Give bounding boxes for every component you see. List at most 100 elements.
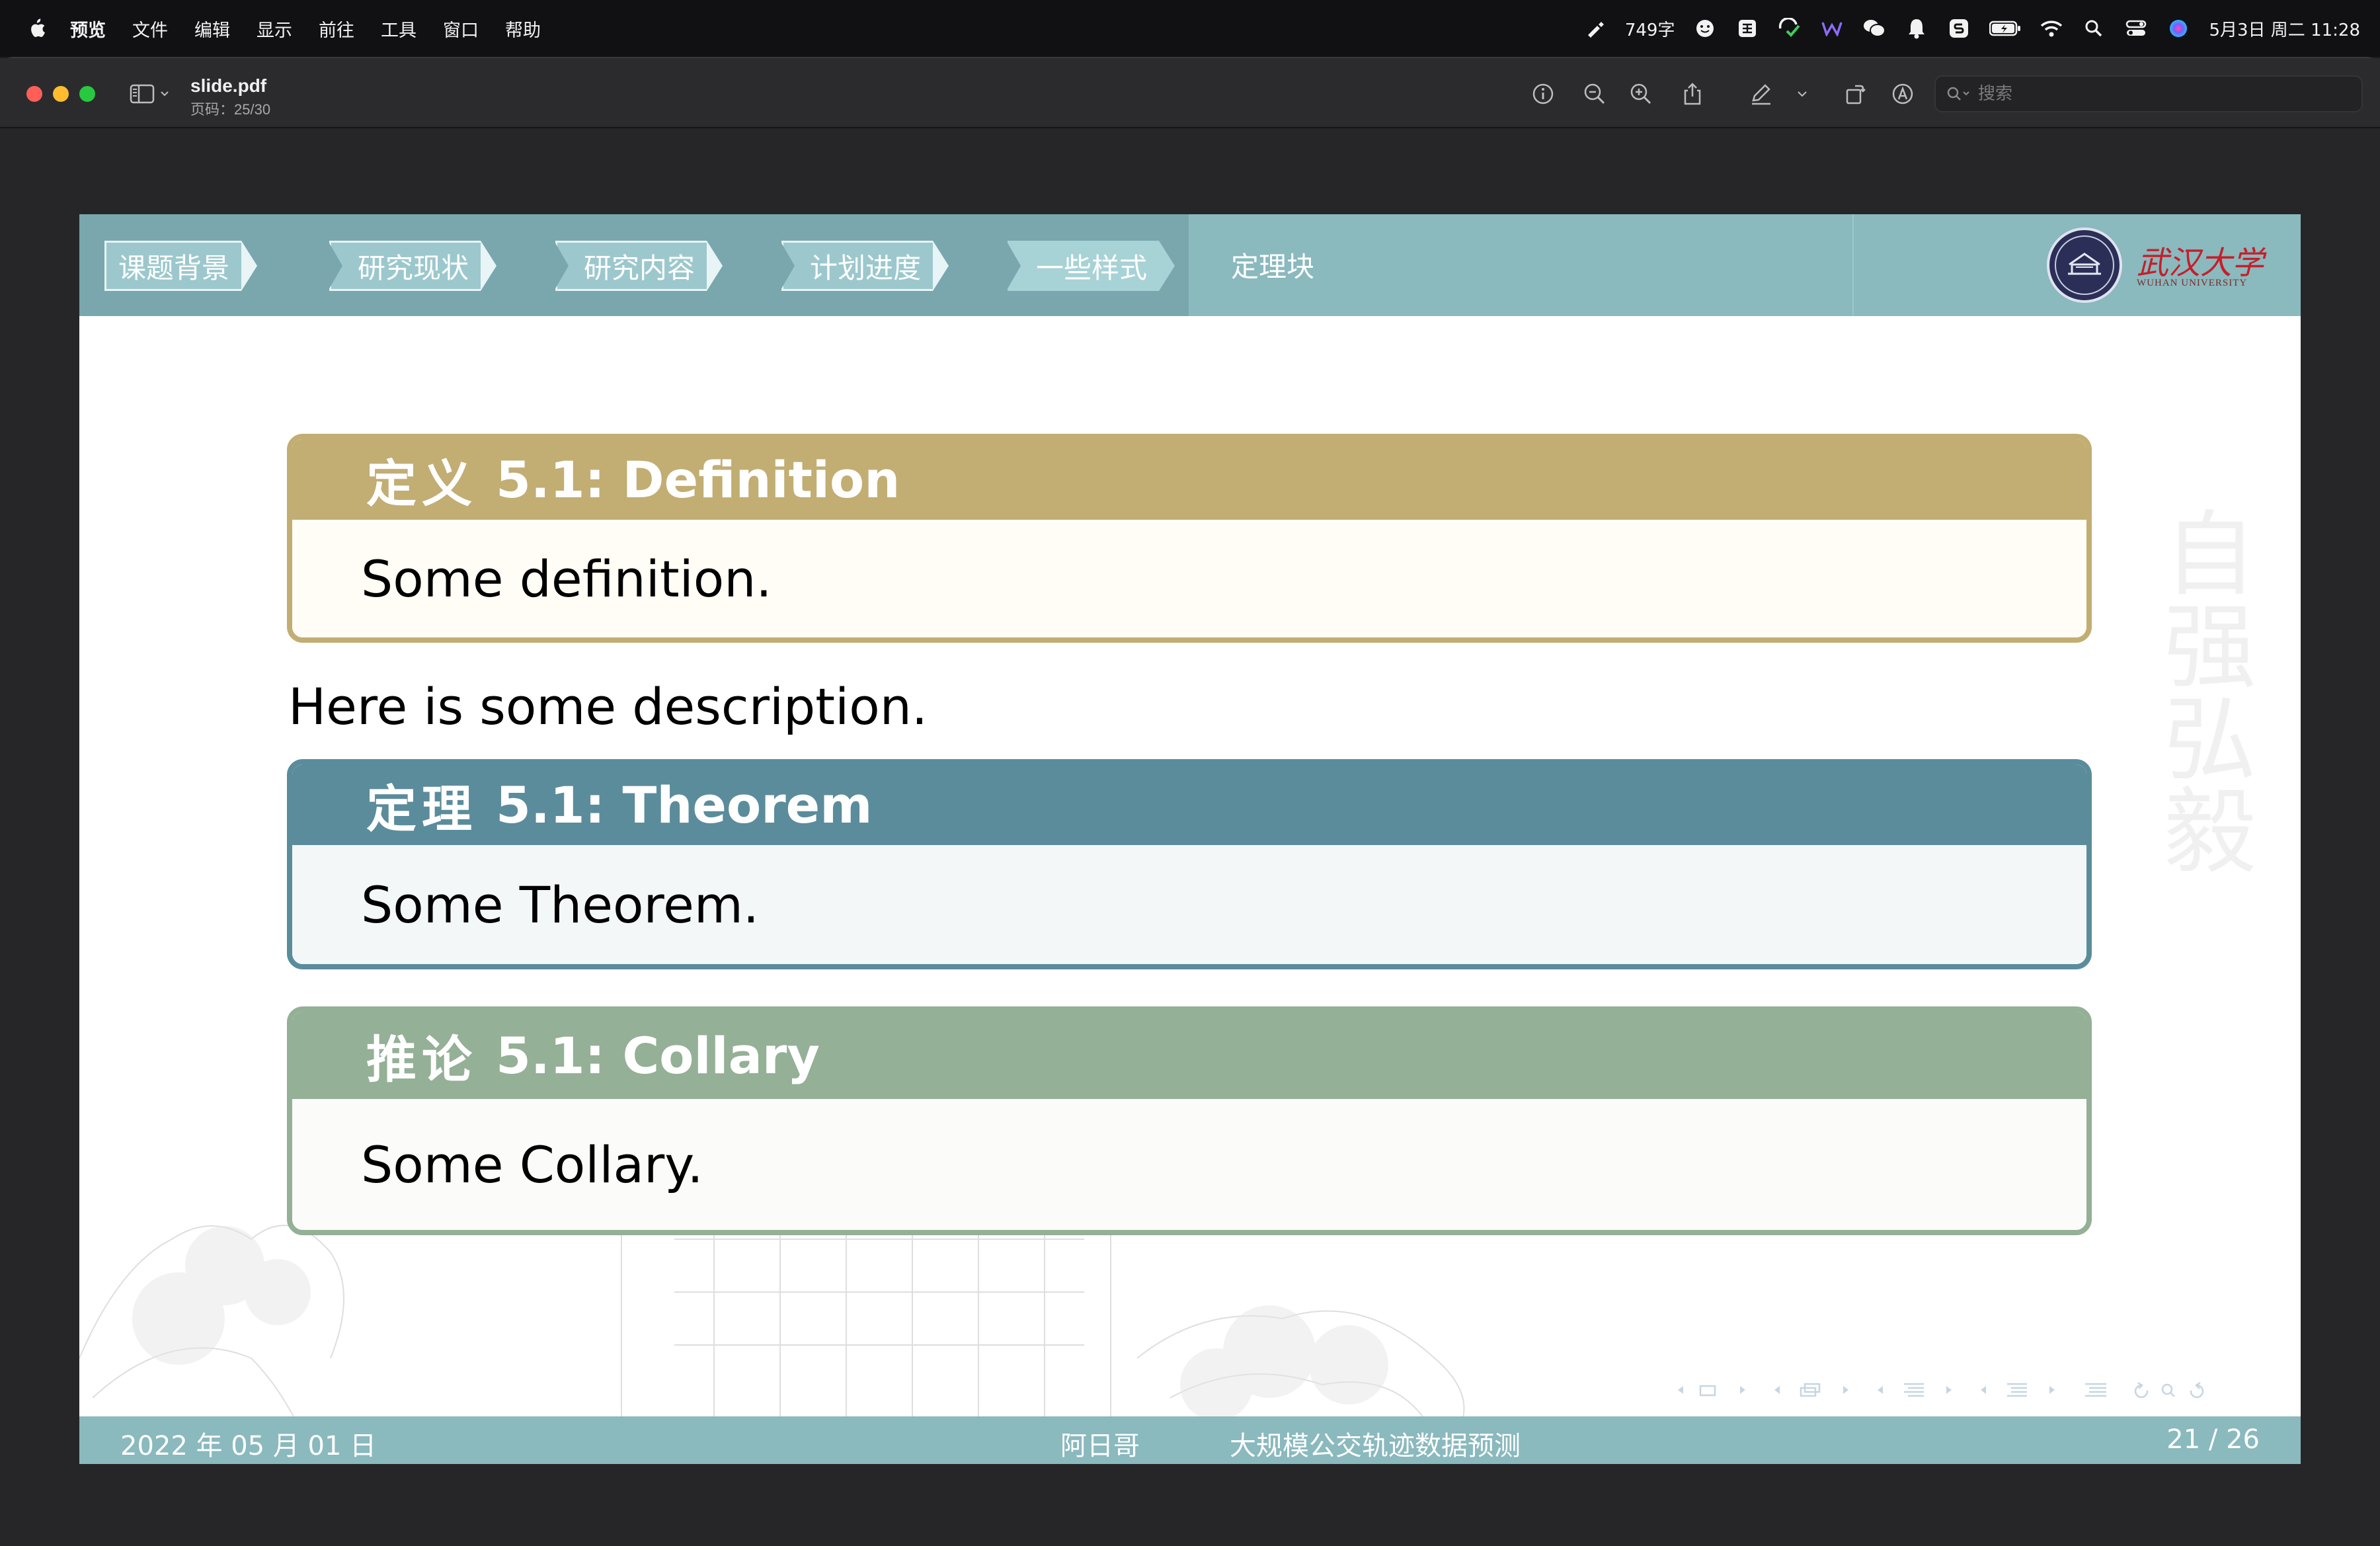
subsection-nav-icon[interactable] xyxy=(1770,1380,1856,1400)
definition-label: 定义 xyxy=(366,454,477,513)
status-area: 749字 5月3日 周二 11:28 xyxy=(1583,0,2360,57)
spotlight-search-icon[interactable] xyxy=(2082,17,2106,40)
theorem-title-text: 5.1: Theorem xyxy=(496,775,873,834)
nav-notch xyxy=(780,241,795,291)
bell-icon[interactable] xyxy=(1905,17,1928,40)
minimize-window-button[interactable] xyxy=(53,86,69,102)
sync-check-icon[interactable] xyxy=(1778,17,1802,40)
description-text: Here is some description. xyxy=(288,677,928,736)
share-icon xyxy=(1684,83,1701,105)
chevron-down-icon xyxy=(161,91,169,97)
siri-icon[interactable] xyxy=(2166,17,2190,40)
chevron-down-icon xyxy=(1798,91,1807,97)
zoom-in-button[interactable] xyxy=(1628,81,1654,107)
nav-section-status[interactable]: 研究现状 xyxy=(328,241,497,291)
markup-menu-button[interactable] xyxy=(1794,81,1810,107)
slide-footer: 2022 年 05 月 01 日 阿日哥 大规模公交轨迹数据预测 21 / 26 xyxy=(79,1416,2301,1464)
definition-block-body: Some definition. xyxy=(292,520,2086,637)
rotate-button[interactable] xyxy=(1842,81,1868,107)
menu-bar: 预览 文件 编辑 显示 前往 工具 窗口 帮助 749字 5月3日 周二 11:… xyxy=(0,0,2380,57)
nav-arrow xyxy=(1159,241,1175,291)
nav-section-label: 一些样式 xyxy=(1008,241,1160,291)
footer-page-number: 21 / 26 xyxy=(2166,1424,2260,1455)
nav-section-label: 研究内容 xyxy=(555,241,707,291)
zoom-window-button[interactable] xyxy=(79,86,95,102)
pen-icon xyxy=(1752,84,1770,105)
corollary-block-body: Some Collary. xyxy=(292,1099,2086,1230)
footer-author: 阿日哥 xyxy=(1060,1431,1140,1461)
corollary-label: 推论 xyxy=(366,1030,477,1089)
motto-watermark: 自强弘毅 xyxy=(2148,505,2256,875)
zoom-in-icon xyxy=(1630,83,1651,104)
definition-block: 定义 5.1: Definition Some definition. xyxy=(287,434,2092,643)
corollary-title-text: 5.1: Collary xyxy=(496,1026,820,1085)
battery-icon[interactable] xyxy=(1989,17,2021,40)
search-back-forward-icon[interactable] xyxy=(2130,1380,2209,1400)
nav-section-plan[interactable]: 计划进度 xyxy=(780,241,949,291)
theorem-block-body: Some Theorem. xyxy=(292,845,2086,964)
menu-file[interactable]: 文件 xyxy=(132,16,168,42)
menu-view[interactable]: 显示 xyxy=(257,16,292,42)
markup-button[interactable] xyxy=(1748,81,1774,107)
nav-section-label: 计划进度 xyxy=(781,241,933,291)
menu-tools[interactable]: 工具 xyxy=(381,16,416,42)
nav-notch xyxy=(328,241,342,291)
input-method-icon[interactable] xyxy=(1735,17,1759,40)
word-count-text[interactable]: 749字 xyxy=(1625,17,1675,41)
slide-header: 课题背景 研究现状 研究内容 计划进度 一些样式 定理块 武汉大学 WUHAN … xyxy=(79,214,2301,316)
zoom-out-button[interactable] xyxy=(1581,81,1608,107)
window-toolbar: slide.pdf 页码：25/30 xyxy=(0,58,2380,128)
sidebar-toggle-button[interactable] xyxy=(130,82,176,106)
footer-title: 大规模公交轨迹数据预测 xyxy=(1230,1431,1521,1461)
pdf-slide-page: 自强弘毅 课题背景 研究现状 研究内容 计划进度 一些样式 定理块 武汉大学 W… xyxy=(79,214,2301,1464)
apple-menu-icon[interactable] xyxy=(26,17,46,40)
footer-date: 2022 年 05 月 01 日 xyxy=(120,1431,377,1461)
document-nav-icon[interactable] xyxy=(1977,1380,2063,1400)
menu-help[interactable]: 帮助 xyxy=(505,16,541,42)
share-button[interactable] xyxy=(1679,81,1706,107)
menu-go[interactable]: 前往 xyxy=(319,16,354,42)
corollary-block-title: 推论 5.1: Collary xyxy=(292,1012,2086,1099)
sidebar-icon xyxy=(130,84,155,104)
nav-arrow xyxy=(933,241,949,291)
clock-text[interactable]: 5月3日 周二 11:28 xyxy=(2209,17,2360,41)
search-input[interactable] xyxy=(1978,84,2348,104)
wechat-icon[interactable] xyxy=(1862,17,1886,40)
close-window-button[interactable] xyxy=(26,86,42,102)
nav-section-content[interactable]: 研究内容 xyxy=(554,241,723,291)
wifi-icon[interactable] xyxy=(2040,17,2063,40)
control-center-icon[interactable] xyxy=(2124,17,2148,40)
section-nav-icon[interactable] xyxy=(1874,1380,1960,1400)
corollary-block: 推论 5.1: Collary Some Collary. xyxy=(287,1006,2092,1235)
menu-edit[interactable]: 编辑 xyxy=(194,16,230,42)
frame-nav-icon[interactable] xyxy=(1674,1380,1753,1400)
theorem-block-title: 定理 5.1: Theorem xyxy=(292,764,2086,845)
menu-app-name[interactable]: 预览 xyxy=(70,16,106,42)
annotate-icon xyxy=(1892,83,1913,104)
nav-section-label: 课题背景 xyxy=(104,241,242,291)
info-icon xyxy=(1532,83,1554,104)
university-seal-logo xyxy=(2047,227,2122,303)
nav-section-styles[interactable]: 一些样式 xyxy=(1006,241,1175,291)
theorem-label: 定理 xyxy=(366,780,477,838)
nav-section-label: 研究现状 xyxy=(329,241,481,291)
header-divider xyxy=(1852,214,1854,316)
menu-window[interactable]: 窗口 xyxy=(443,16,479,42)
theorem-block: 定理 5.1: Theorem Some Theorem. xyxy=(287,759,2092,969)
search-field[interactable] xyxy=(1934,75,2363,112)
appendix-nav-icon[interactable] xyxy=(2080,1380,2113,1400)
document-title: slide.pdf xyxy=(190,75,267,96)
search-icon xyxy=(1947,87,1969,101)
pen-tool-icon[interactable] xyxy=(1583,17,1606,40)
nav-notch xyxy=(554,241,569,291)
subsection-title[interactable]: 定理块 xyxy=(1231,245,1314,285)
definition-block-title: 定义 5.1: Definition xyxy=(292,439,2086,520)
s-app-icon[interactable] xyxy=(1947,17,1971,40)
info-button[interactable] xyxy=(1530,81,1556,107)
nav-section-background[interactable]: 课题背景 xyxy=(104,241,258,291)
annotate-button[interactable] xyxy=(1889,81,1916,107)
smiley-icon[interactable] xyxy=(1693,17,1717,40)
rotate-icon xyxy=(1846,85,1866,104)
w-app-icon[interactable] xyxy=(1820,17,1844,40)
definition-title-text: 5.1: Definition xyxy=(496,450,900,509)
